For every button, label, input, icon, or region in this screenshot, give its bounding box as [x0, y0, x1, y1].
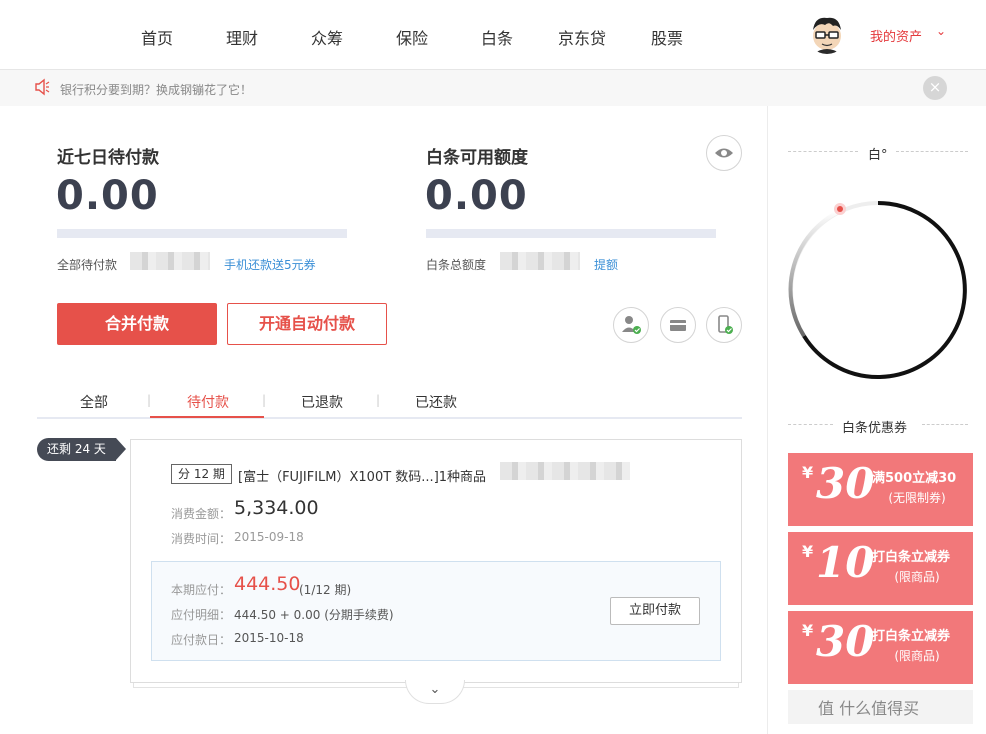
user-verified-icon[interactable]	[613, 307, 649, 343]
divider	[922, 424, 968, 425]
nav-item-stocks[interactable]: 股票	[651, 25, 683, 49]
coupon-amount: 30	[816, 459, 875, 508]
score-title: 白°	[868, 148, 888, 163]
active-tab-indicator	[150, 416, 264, 418]
chevron-down-icon[interactable]: ⌄	[936, 24, 946, 38]
divider	[788, 424, 833, 425]
order-title[interactable]: [富士（FUJIFILM）X100T 数码...]1种商品	[238, 466, 486, 485]
coupon-scope: (无限制券)	[888, 491, 946, 505]
notice-text[interactable]: 银行积分要到期？换成钢镚花了它！	[60, 81, 252, 98]
due-label: 本期应付：	[171, 583, 232, 597]
amount-label: 消费金额：	[171, 507, 232, 521]
pending-progress-bar	[57, 229, 347, 238]
nav-item-finance[interactable]: 理财	[226, 25, 258, 49]
total-pending-label: 全部待付款	[57, 258, 118, 272]
tab-separator: |	[147, 393, 152, 407]
coupon-currency: ¥	[802, 621, 814, 640]
credit-progress-bar	[426, 229, 716, 238]
nav-item-baitiao[interactable]: 白条	[481, 25, 513, 49]
tab-separator: |	[262, 393, 267, 407]
notice-bar: 银行积分要到期？换成钢镚花了它！	[0, 70, 986, 106]
speaker-icon	[34, 78, 50, 100]
close-icon[interactable]: ×	[923, 76, 947, 100]
avatar[interactable]	[807, 14, 847, 54]
divider	[788, 151, 858, 152]
total-credit-label: 白条总额度	[426, 258, 487, 272]
tabs-baseline	[37, 417, 742, 419]
tab-repaid[interactable]: 已还款	[415, 392, 457, 412]
coupon-scope: (限商品)	[894, 649, 940, 663]
order-time: 2015-09-18	[234, 530, 304, 544]
coupon-currency: ¥	[802, 542, 814, 561]
due-date-label: 应付款日：	[171, 633, 232, 647]
coupon-amount: 10	[816, 538, 875, 587]
coupon-desc: 打白条立减券	[872, 629, 951, 644]
redacted-order-info	[500, 462, 630, 480]
sidebar-divider	[767, 106, 768, 734]
days-left-badge: 还剩 24 天	[37, 438, 126, 461]
available-credit-title: 白条可用额度	[426, 148, 528, 168]
raise-limit-link[interactable]: 提额	[594, 256, 618, 273]
redacted-total-pending	[130, 252, 210, 270]
coupon-card[interactable]: ¥ 10 打白条立减券 (限商品)	[788, 532, 973, 605]
coupon-scope: (限商品)	[894, 570, 940, 584]
nav-item-insurance[interactable]: 保险	[396, 25, 428, 49]
installment-tag: 分 12 期	[171, 464, 232, 484]
expand-more-icon[interactable]: ⌄	[405, 680, 465, 704]
phone-verified-icon[interactable]	[706, 307, 742, 343]
tab-refunded[interactable]: 已退款	[301, 392, 343, 412]
tab-pending[interactable]: 待付款	[187, 392, 229, 412]
coupon-card[interactable]: ¥ 30 满500立减30 (无限制券)	[788, 453, 973, 526]
pay-now-button[interactable]: 立即付款	[610, 597, 700, 625]
nav-item-jd-loan[interactable]: 京东贷	[558, 25, 606, 49]
pending-7days-title: 近七日待付款	[57, 148, 159, 168]
due-detail: 444.50 + 0.00 (分期手续费)	[234, 608, 394, 622]
auto-pay-button[interactable]: 开通自动付款	[227, 303, 387, 345]
watermark-text: 值 什么值得买	[818, 699, 920, 718]
pending-7days-amount: 0.00	[56, 173, 159, 219]
detail-label: 应付明细：	[171, 608, 232, 622]
score-gauge	[788, 201, 967, 379]
coupon-amount: 30	[816, 617, 875, 666]
due-date: 2015-10-18	[234, 631, 304, 645]
merge-pay-button[interactable]: 合并付款	[57, 303, 217, 345]
coupons-title: 白条优惠券	[842, 421, 908, 436]
tab-separator: |	[376, 393, 381, 407]
coupon-currency: ¥	[802, 463, 814, 482]
due-amount: 444.50	[234, 573, 301, 595]
time-label: 消费时间：	[171, 532, 232, 546]
my-assets-link[interactable]: 我的资产	[870, 26, 922, 45]
due-period: (1/12 期)	[299, 583, 352, 597]
mobile-repay-promo-link[interactable]: 手机还款送5元券	[224, 256, 316, 273]
coupon-card[interactable]: ¥ 30 打白条立减券 (限商品)	[788, 611, 973, 684]
order-amount: 5,334.00	[234, 497, 319, 519]
card-icon[interactable]	[660, 307, 696, 343]
eye-icon[interactable]	[706, 135, 742, 171]
top-nav: 首页 理财 众筹 保险 白条 京东贷 股票 我的资产 ⌄	[0, 0, 986, 70]
redacted-total-credit	[500, 252, 580, 270]
tab-all[interactable]: 全部	[80, 392, 108, 412]
available-credit-amount: 0.00	[425, 173, 528, 219]
nav-item-crowdfunding[interactable]: 众筹	[311, 25, 343, 49]
divider	[896, 151, 968, 152]
coupon-desc: 满500立减30	[872, 471, 957, 486]
nav-item-home[interactable]: 首页	[141, 25, 173, 49]
coupon-desc: 打白条立减券	[872, 550, 951, 565]
